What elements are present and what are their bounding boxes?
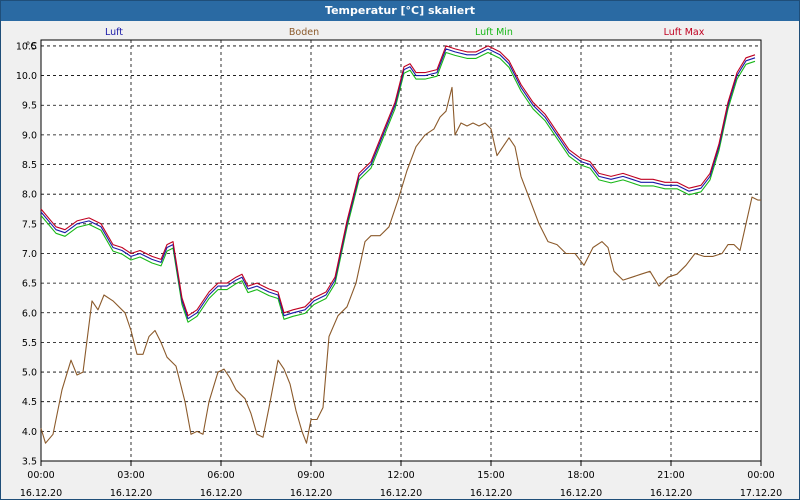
x-tick-time: 12:00 xyxy=(387,470,414,481)
x-tick-date: 16.12.20 xyxy=(380,488,422,499)
y-tick-label: 8.5 xyxy=(22,160,37,171)
y-axis-label: °C xyxy=(26,41,38,52)
x-tick-time: 21:00 xyxy=(657,470,684,481)
x-tick-date: 16.12.20 xyxy=(20,488,62,499)
x-tick-time: 00:00 xyxy=(747,470,774,481)
y-tick-label: 6.5 xyxy=(22,279,37,290)
y-tick-label: 7.0 xyxy=(22,249,37,260)
y-tick-label: 8.0 xyxy=(22,190,37,201)
legend-entry: Boden xyxy=(289,27,319,38)
y-tick-label: 3.5 xyxy=(22,457,37,468)
y-tick-label: 9.0 xyxy=(22,130,37,141)
window-title: Temperatur [°C] skaliert xyxy=(1,1,799,21)
x-tick-date: 16.12.20 xyxy=(110,488,152,499)
legend-entry: Luft xyxy=(105,27,123,38)
legend-entry: Luft Min xyxy=(475,27,513,38)
x-tick-time: 15:00 xyxy=(477,470,504,481)
x-tick-date: 16.12.20 xyxy=(200,488,242,499)
y-tick-label: 10.0 xyxy=(16,71,37,82)
x-tick-date: 17.12.20 xyxy=(740,488,782,499)
y-tick-label: 5.5 xyxy=(22,338,37,349)
y-tick-label: 6.0 xyxy=(22,308,37,319)
y-tick-label: 4.5 xyxy=(22,397,37,408)
legend-entry: Luft Max xyxy=(664,27,705,38)
x-tick-time: 00:00 xyxy=(27,470,54,481)
x-tick-time: 06:00 xyxy=(207,470,234,481)
temperature-chart: 3.5 4.0 4.5 5.0 5.5 6.0 6.5 7.0 7.5 8.0 8.5 9.0 9.5 1… xyxy=(16,27,782,499)
x-tick-date: 16.12.20 xyxy=(290,488,332,499)
x-tick-date: 16.12.20 xyxy=(470,488,512,499)
x-tick-time: 03:00 xyxy=(117,470,144,481)
x-tick-time: 18:00 xyxy=(567,470,594,481)
x-tick-date: 16.12.20 xyxy=(560,488,602,499)
chart-window: Temperatur [°C] skaliert 3.5 4.0 4.5 5.0 5.5… xyxy=(0,0,800,500)
y-tick-label: 7.5 xyxy=(22,219,37,230)
y-tick-label: 4.0 xyxy=(22,427,37,438)
x-tick-time: 09:00 xyxy=(297,470,324,481)
y-tick-label: 5.0 xyxy=(22,368,37,379)
x-tick-date: 16.12.20 xyxy=(650,488,692,499)
y-tick-label: 9.5 xyxy=(22,101,37,112)
